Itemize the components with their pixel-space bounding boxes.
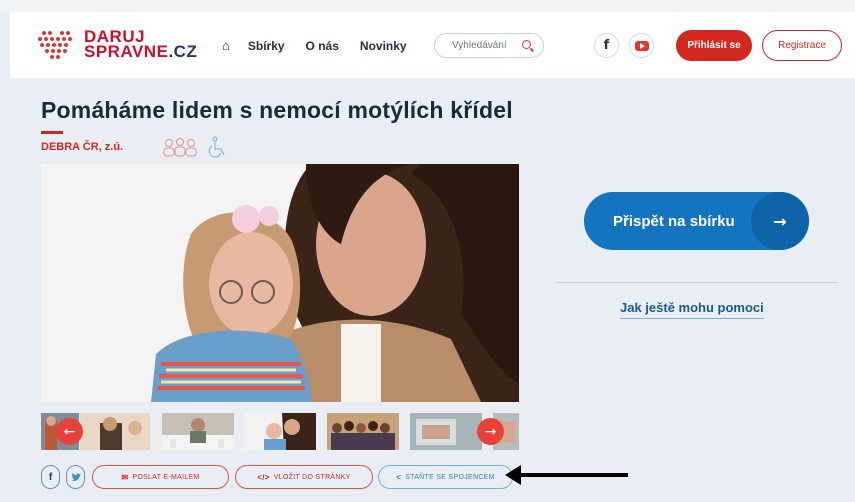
- arrow-left-icon: ←: [63, 423, 76, 440]
- title-accent-divider: [41, 131, 63, 134]
- top-strip: [0, 0, 855, 12]
- embed-button[interactable]: </> VLOŽIT DO STRÁNKY: [235, 465, 373, 489]
- home-icon[interactable]: ⌂: [222, 38, 230, 53]
- email-share-button[interactable]: ✉ POSLAT E-MAILEM: [92, 465, 229, 489]
- how-else-to-help-link[interactable]: Jak ještě mohu pomoci: [620, 300, 764, 319]
- logo-wordmark: DARUJ SPRAVNE.CZ: [84, 28, 198, 61]
- embed-label: VLOŽIT DO STRÁNKY: [273, 473, 351, 481]
- share-icon: <: [396, 472, 402, 482]
- nav-item-o-nas[interactable]: O nás: [306, 39, 339, 53]
- gallery-next-button[interactable]: →: [477, 418, 504, 445]
- site-header: DARUJ SPRAVNE.CZ ⌂ Sbírky O nás Novinky …: [10, 12, 855, 78]
- facebook-share-icon[interactable]: f: [41, 465, 60, 489]
- login-button[interactable]: Přihlásit se: [676, 30, 752, 61]
- email-share-label: POSLAT E-MAILEM: [132, 473, 200, 481]
- gallery-thumbnail[interactable]: [244, 413, 316, 450]
- main-nav: ⌂ Sbírky O nás Novinky: [222, 38, 428, 53]
- donate-button[interactable]: Přispět na sbírku →: [584, 192, 809, 250]
- page-title: Pomáháme lidem s nemocí motýlích křídel: [41, 97, 513, 123]
- logo-line2-main: SPRAVNE: [84, 42, 169, 61]
- donate-label: Přispět na sbírku: [613, 212, 735, 230]
- facebook-icon[interactable]: f: [594, 33, 619, 58]
- arrow-right-icon: →: [751, 192, 809, 250]
- search-icon[interactable]: [522, 40, 531, 49]
- envelope-icon: ✉: [121, 472, 129, 482]
- people-group-icon: [163, 138, 197, 157]
- gallery-thumbnail[interactable]: [162, 413, 234, 450]
- nav-item-novinky[interactable]: Novinky: [360, 39, 407, 53]
- pointer-arrow-icon: [505, 465, 628, 485]
- nav-item-sbirky[interactable]: Sbírky: [248, 39, 285, 53]
- organization-link[interactable]: DEBRA ČR, z.ú.: [41, 141, 123, 153]
- site-logo[interactable]: DARUJ SPRAVNE.CZ: [38, 28, 197, 60]
- youtube-icon[interactable]: [629, 33, 654, 58]
- wheelchair-icon: [208, 136, 225, 158]
- logo-line2: SPRAVNE.CZ: [84, 42, 198, 61]
- arrow-right-icon: →: [484, 423, 497, 440]
- become-ally-button[interactable]: < STAŇTE SE SPOJENCEM: [378, 465, 513, 489]
- search-input[interactable]: Vyhledávání: [434, 33, 544, 58]
- become-ally-label: STAŇTE SE SPOJENCEM: [405, 473, 495, 481]
- sidebar-divider: [555, 282, 838, 283]
- gallery-thumbnail[interactable]: [410, 413, 482, 450]
- heart-logo-icon: [38, 28, 76, 60]
- register-button[interactable]: Registrace: [762, 30, 842, 61]
- code-icon: </>: [257, 472, 270, 482]
- logo-line2-domain: .CZ: [168, 42, 198, 61]
- gallery-thumbnails: ← →: [41, 413, 519, 450]
- search-placeholder: Vyhledávání: [452, 40, 507, 51]
- twitter-share-icon[interactable]: [66, 465, 85, 489]
- gallery-thumbnail[interactable]: [327, 413, 399, 450]
- campaign-photo: [41, 164, 519, 402]
- gallery-prev-button[interactable]: ←: [56, 418, 83, 445]
- gallery-thumbnail[interactable]: [80, 413, 150, 450]
